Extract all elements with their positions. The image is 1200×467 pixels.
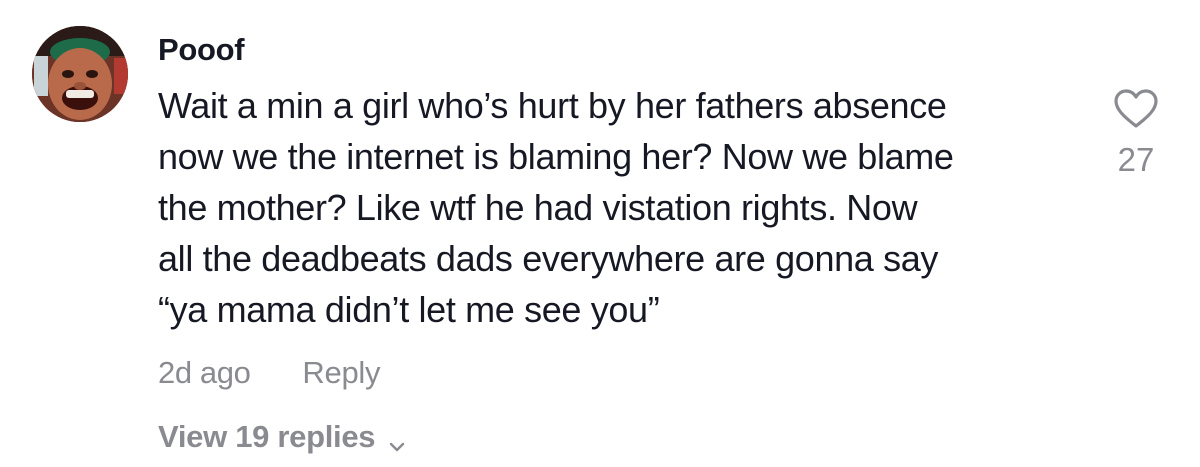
heart-outline-icon[interactable] [1113,88,1159,130]
comment-timestamp: 2d ago [158,355,251,390]
comment-text-line: the mother? Like wtf he had vistation ri… [158,187,918,228]
view-replies-label: View 19 replies [158,419,376,454]
comment-text-line: all the deadbeats dads everywhere are go… [158,238,939,279]
comment-text-line: now we the internet is blaming her? Now … [158,136,954,177]
comment-text: Wait a min a girl who’s hurt by her fath… [158,80,1058,335]
like-control: 27 [1110,88,1162,180]
like-count: 27 [1117,141,1155,178]
view-replies-button[interactable]: View 19 replies [158,417,1058,457]
comment-text-line: “ya mama didn’t let me see you” [158,289,660,330]
comment-body: Pooof Wait a min a girl who’s hurt by he… [158,28,1058,457]
chevron-down-icon [387,427,407,452]
comment-text-line: Wait a min a girl who’s hurt by her fath… [158,85,947,126]
avatar-image [32,26,128,122]
comment-meta: 2d ago Reply [158,353,1058,393]
reply-button[interactable]: Reply [302,353,380,393]
avatar[interactable] [32,26,128,122]
comment-item: Pooof Wait a min a girl who’s hurt by he… [0,0,1200,467]
comment-username[interactable]: Pooof [158,28,1058,72]
